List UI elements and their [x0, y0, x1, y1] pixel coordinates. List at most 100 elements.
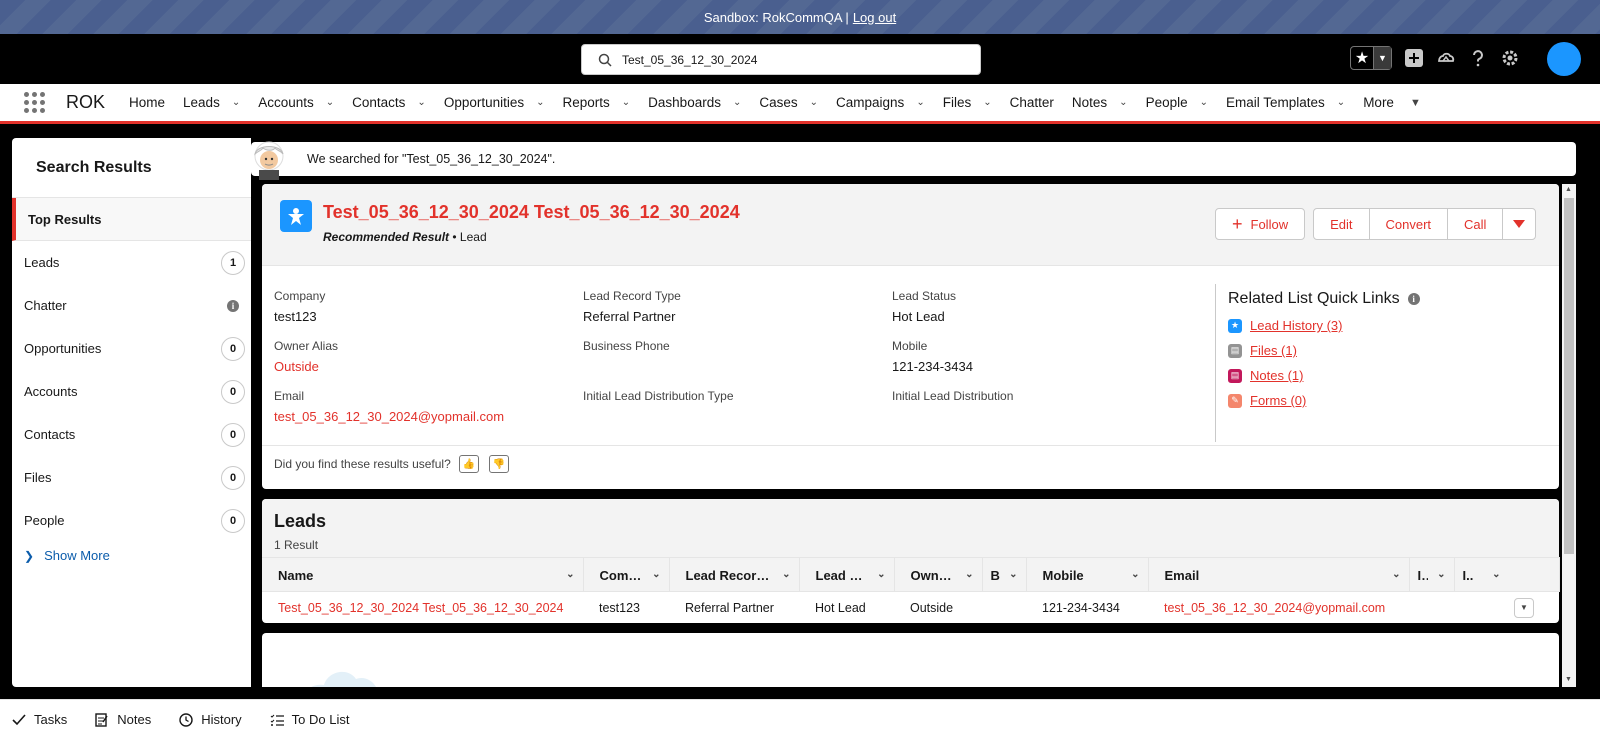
field-lead-record-type: Lead Record Type Referral Partner: [583, 289, 681, 324]
column-header[interactable]: Owner ...⌄: [894, 557, 983, 592]
sandbox-label: Sandbox: RokCommQA |: [703, 9, 849, 25]
count-badge: 0: [221, 465, 245, 490]
utility-tasks[interactable]: Tasks: [12, 712, 67, 727]
chevron-down-icon[interactable]: ⌄: [733, 97, 741, 108]
favorites-dropdown-icon[interactable]: ▼: [1373, 47, 1391, 69]
column-header[interactable]: Name ⌄: [262, 557, 584, 592]
sidebar-item-contacts[interactable]: Contacts 0: [12, 413, 251, 456]
lead-name-link[interactable]: Test_05_36_12_30_2024 Test_05_36_12_30_2…: [262, 592, 583, 624]
chevron-down-icon[interactable]: ⌄: [536, 97, 544, 108]
gear-icon[interactable]: [1500, 48, 1520, 68]
global-search[interactable]: [581, 44, 981, 75]
nav-chatter[interactable]: Chatter: [1010, 95, 1054, 110]
nav-more[interactable]: More ▼: [1363, 95, 1421, 110]
app-launcher-icon[interactable]: [24, 91, 46, 114]
show-more-link[interactable]: ❯ Show More: [12, 548, 251, 563]
nav-people[interactable]: People ⌄: [1146, 95, 1208, 110]
trailhead-icon[interactable]: [1436, 48, 1456, 68]
sidebar-item-files[interactable]: Files 0: [12, 456, 251, 499]
nav-home[interactable]: Home: [129, 95, 165, 110]
scroll-down-icon[interactable]: ▼: [1565, 676, 1572, 683]
email-link[interactable]: test_05_36_12_30_2024@yopmail.com: [274, 409, 504, 424]
sidebar-item-accounts[interactable]: Accounts 0: [12, 370, 251, 413]
quick-link-lead-history[interactable]: ★ Lead History (3): [1228, 318, 1545, 333]
user-avatar[interactable]: [1547, 42, 1581, 76]
nav-opportunities[interactable]: Opportunities ⌄: [444, 95, 545, 110]
caret-down-icon[interactable]: ▼: [1410, 97, 1421, 109]
chevron-down-icon[interactable]: ⌄: [916, 97, 924, 108]
nav-contacts[interactable]: Contacts ⌄: [352, 95, 426, 110]
chevron-down-icon[interactable]: ⌄: [326, 97, 334, 108]
nav-reports[interactable]: Reports ⌄: [563, 95, 631, 110]
chevron-down-icon[interactable]: ⌄: [1200, 97, 1208, 108]
leads-table: Name⌄ Comp...⌄ Lead Record T...⌄ Lead St…: [262, 557, 1560, 624]
cloud-illustration-icon: [311, 671, 377, 687]
quick-link-files[interactable]: ▤ Files (1): [1228, 343, 1545, 358]
column-header[interactable]: Mobile ⌄: [1026, 557, 1149, 592]
form-icon: ✎: [1228, 393, 1242, 408]
sidebar-item-top-results[interactable]: Top Results: [12, 198, 251, 241]
column-header[interactable]: I.. ⌄: [1454, 557, 1560, 592]
chevron-down-icon[interactable]: ⌄: [810, 97, 818, 108]
global-add-icon[interactable]: [1404, 48, 1424, 68]
nav-leads[interactable]: Leads ⌄: [183, 95, 240, 110]
record-title-link[interactable]: Test_05_36_12_30_2024 Test_05_36_12_30_2…: [323, 202, 740, 223]
nav-notes[interactable]: Notes ⌄: [1072, 95, 1128, 110]
sidebar-item-opportunities[interactable]: Opportunities 0: [12, 327, 251, 370]
sidebar-item-people[interactable]: People 0: [12, 499, 251, 542]
header-icons: ★ ▼: [1350, 46, 1520, 70]
search-input[interactable]: [622, 52, 952, 67]
results-scroll-area[interactable]: Test_05_36_12_30_2024 Test_05_36_12_30_2…: [251, 184, 1576, 687]
column-header[interactable]: Lead Record T...⌄: [669, 557, 800, 592]
help-icon[interactable]: [1468, 48, 1488, 68]
column-header[interactable]: Email ⌄: [1148, 557, 1410, 592]
chevron-down-icon[interactable]: ⌄: [417, 97, 425, 108]
field-business-phone: Business Phone: [583, 339, 670, 353]
quick-link-notes[interactable]: ▤ Notes (1): [1228, 368, 1545, 383]
column-header[interactable]: I.. ⌄: [1409, 557, 1455, 592]
column-header[interactable]: Comp... ⌄: [583, 557, 670, 592]
leads-title[interactable]: Leads: [274, 511, 1547, 532]
utility-history[interactable]: History: [179, 712, 242, 727]
lead-email-link[interactable]: test_05_36_12_30_2024@yopmail.com: [1148, 592, 1409, 624]
nav-campaigns[interactable]: Campaigns ⌄: [836, 95, 925, 110]
nav-files[interactable]: Files ⌄: [943, 95, 992, 110]
chevron-down-icon[interactable]: ⌄: [232, 97, 240, 108]
edit-button[interactable]: Edit: [1313, 208, 1370, 240]
utility-todo-list[interactable]: To Do List: [270, 712, 349, 727]
call-button[interactable]: Call: [1447, 208, 1504, 240]
field-initial-distribution-type: Initial Lead Distribution Type: [583, 389, 734, 403]
scrollbar-thumb[interactable]: [1564, 198, 1574, 554]
count-badge: 1: [221, 250, 245, 275]
nav-dashboards[interactable]: Dashboards ⌄: [648, 95, 741, 110]
row-actions-dropdown-icon[interactable]: ▼: [1514, 597, 1534, 618]
results-scrollbar[interactable]: ▲ ▼: [1562, 184, 1576, 687]
global-header: ★ ▼: [0, 34, 1600, 84]
nav-accounts[interactable]: Accounts ⌄: [258, 95, 334, 110]
chevron-down-icon[interactable]: ⌄: [1337, 97, 1345, 108]
chevron-down-icon[interactable]: ⌄: [983, 97, 991, 108]
sidebar-item-chatter[interactable]: Chatter i: [12, 284, 251, 327]
logout-link[interactable]: Log out: [853, 10, 896, 25]
main-content: We searched for "Test_05_36_12_30_2024".…: [251, 138, 1588, 687]
table-cell: Outside: [910, 600, 954, 615]
feedback-bar: Did you find these results useful? 👍 👎: [262, 445, 1559, 482]
scroll-up-icon[interactable]: ▲: [1565, 186, 1572, 193]
star-icon[interactable]: ★: [1351, 47, 1373, 69]
convert-button[interactable]: Convert: [1368, 208, 1449, 240]
nav-email-templates[interactable]: Email Templates ⌄: [1226, 95, 1345, 110]
owner-link[interactable]: Outside: [274, 359, 338, 374]
chevron-down-icon[interactable]: ⌄: [1119, 97, 1127, 108]
column-header[interactable]: B.⌄: [982, 557, 1027, 592]
thumbs-down-icon[interactable]: 👎: [488, 455, 509, 473]
thumbs-up-icon[interactable]: 👍: [458, 455, 479, 473]
more-actions-button[interactable]: [1502, 208, 1537, 240]
utility-notes[interactable]: Notes: [95, 712, 151, 727]
nav-cases[interactable]: Cases ⌄: [759, 95, 818, 110]
chevron-down-icon: ⌄: [566, 569, 575, 580]
column-header[interactable]: Lead St...⌄: [799, 557, 895, 592]
quick-link-forms[interactable]: ✎ Forms (0): [1228, 393, 1545, 408]
chevron-down-icon[interactable]: ⌄: [622, 97, 630, 108]
sidebar-item-leads[interactable]: Leads 1: [12, 241, 251, 284]
follow-button[interactable]: + Follow: [1215, 208, 1306, 240]
